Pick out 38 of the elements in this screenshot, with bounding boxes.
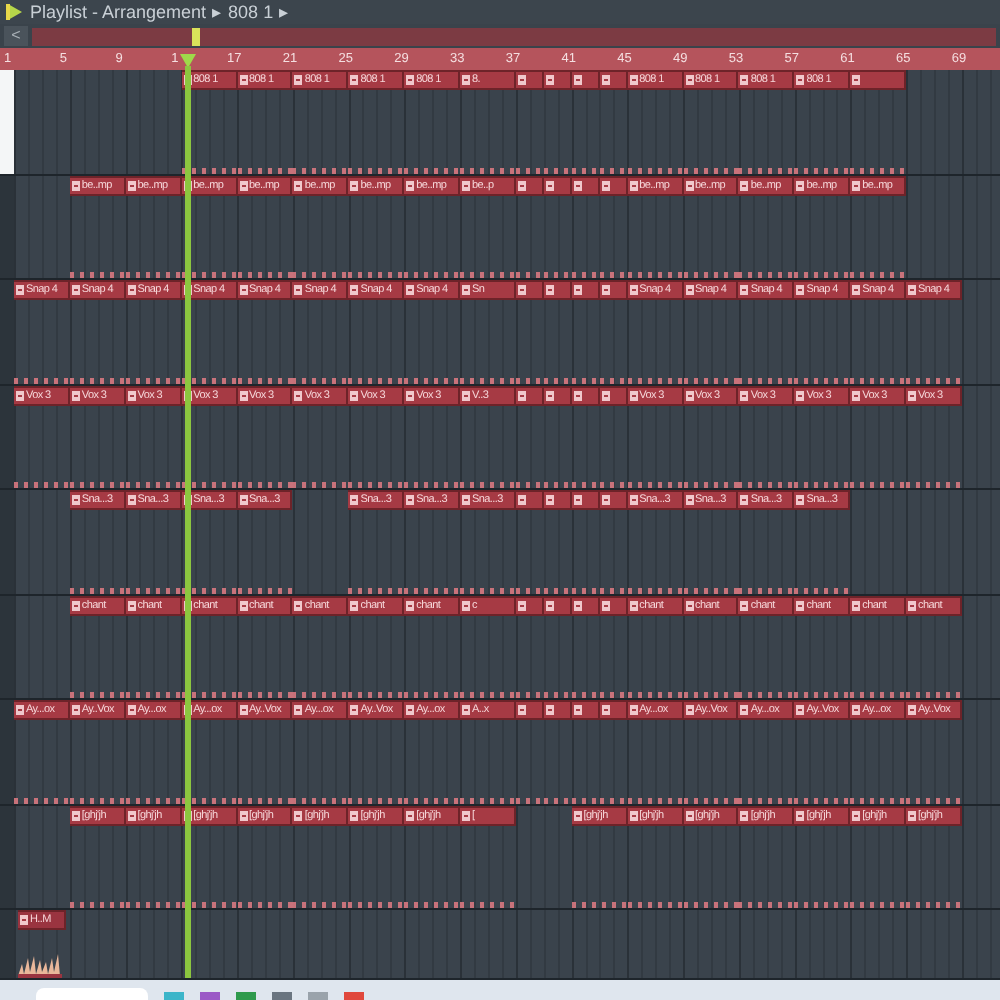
pattern-name[interactable]: 808 1 [228, 0, 274, 24]
pattern-clip[interactable] [599, 595, 628, 698]
pattern-clip[interactable] [515, 595, 544, 698]
back-button[interactable]: < [4, 26, 28, 46]
pattern-clip[interactable] [571, 70, 600, 173]
playhead[interactable] [179, 54, 196, 978]
pattern-clip[interactable] [543, 490, 572, 593]
pattern-clip[interactable] [571, 595, 600, 698]
pattern-clip[interactable] [599, 175, 628, 278]
pattern-clip[interactable] [543, 280, 572, 383]
scroll-thumb[interactable] [192, 27, 200, 45]
pattern-clip[interactable] [515, 700, 544, 803]
pattern-clip[interactable] [515, 175, 544, 278]
pattern-clip[interactable] [543, 175, 572, 278]
pattern-clip[interactable] [571, 175, 600, 278]
breadcrumb-arrow[interactable]: ▸ [279, 0, 290, 24]
pattern-clip[interactable] [850, 70, 906, 173]
pattern-clip[interactable] [571, 700, 600, 803]
pattern-clip[interactable] [571, 280, 600, 383]
pattern-clip[interactable] [599, 700, 628, 803]
pattern-clip[interactable] [543, 700, 572, 803]
pattern-clip[interactable] [515, 280, 544, 383]
pattern-clip[interactable] [599, 70, 628, 173]
pattern-clip[interactable] [515, 70, 544, 173]
pattern-clip[interactable] [599, 280, 628, 383]
app-icon[interactable] [6, 2, 24, 22]
pattern-clip[interactable] [543, 385, 572, 488]
pattern-clip[interactable] [599, 490, 628, 593]
pattern-clip[interactable] [543, 595, 572, 698]
pattern-clip[interactable] [571, 385, 600, 488]
pattern-clip[interactable] [543, 70, 572, 173]
pattern-clip[interactable] [515, 490, 544, 593]
pattern-clip[interactable] [599, 385, 628, 488]
pattern-clip[interactable] [571, 490, 600, 593]
pattern-clip[interactable] [515, 385, 544, 488]
search-field[interactable] [36, 988, 148, 1000]
breadcrumb-arrow[interactable]: ▸ [212, 0, 223, 24]
window-title: Playlist - Arrangement [30, 0, 207, 24]
